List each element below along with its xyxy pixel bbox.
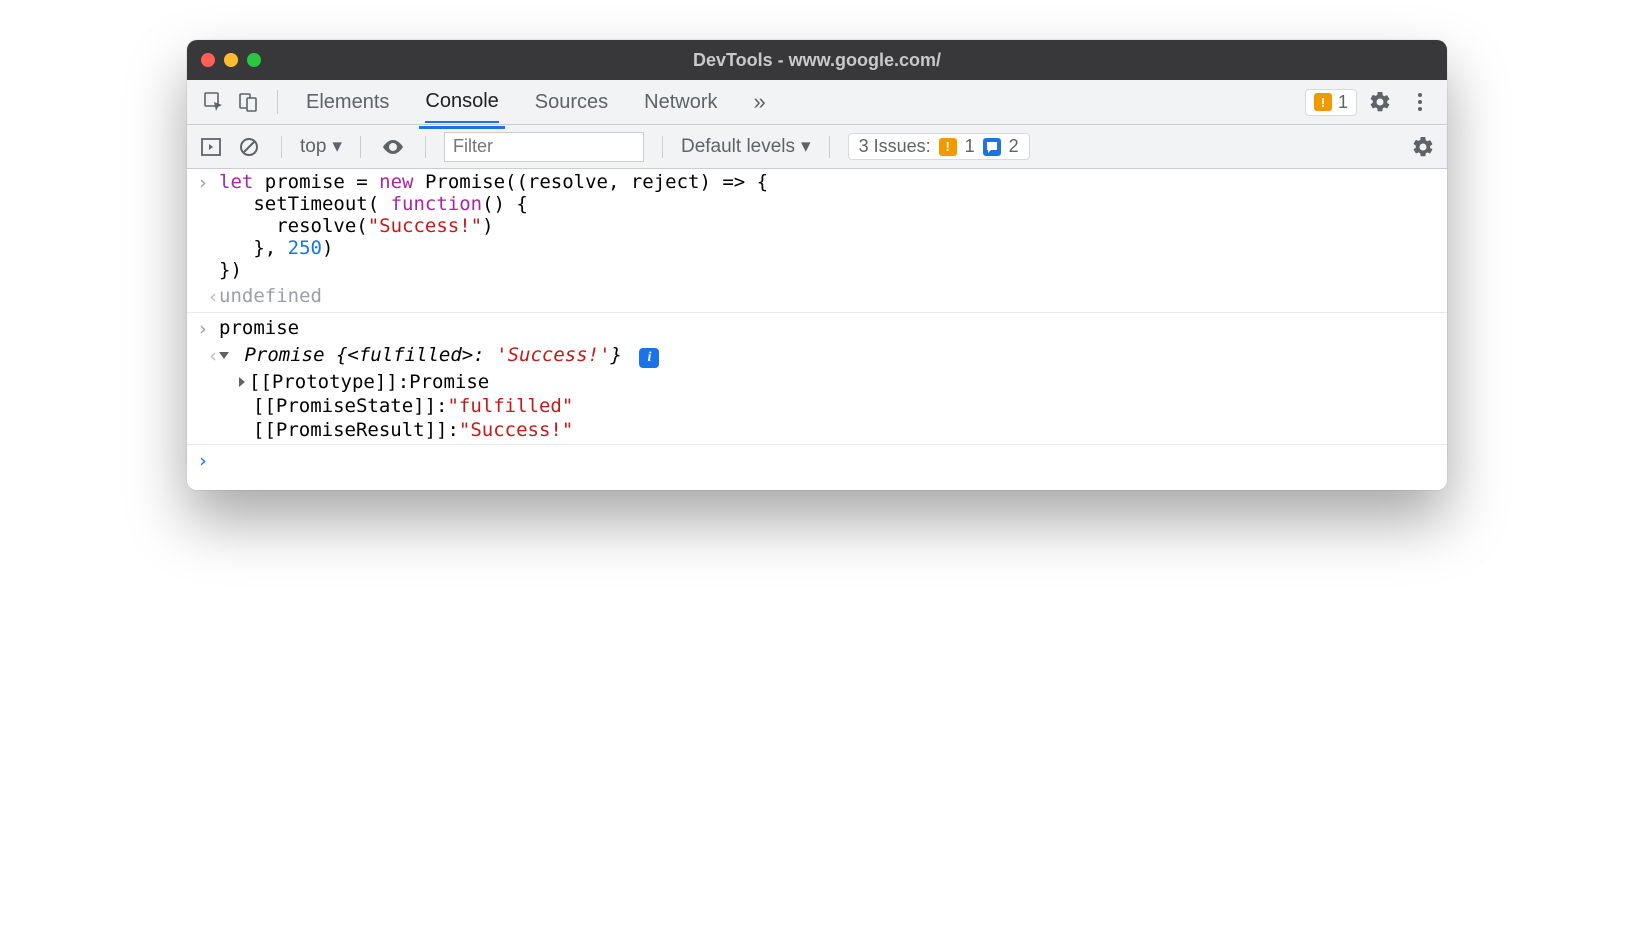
separator bbox=[187, 444, 1447, 445]
property-value: Promise bbox=[409, 371, 489, 393]
object-summary-text: Promise {<fulfilled>: 'Success!'} bbox=[244, 344, 622, 366]
console-prompt[interactable]: › bbox=[187, 447, 1447, 490]
tab-overflow[interactable]: » bbox=[754, 81, 766, 123]
panel-tabs: Elements Console Sources Network » bbox=[306, 81, 1305, 123]
divider bbox=[360, 136, 361, 158]
tab-network[interactable]: Network bbox=[644, 83, 717, 122]
window-title: DevTools - www.google.com/ bbox=[187, 50, 1447, 71]
info-icon bbox=[983, 138, 1001, 156]
tab-console[interactable]: Console bbox=[425, 82, 498, 123]
tab-elements[interactable]: Elements bbox=[306, 83, 389, 122]
clear-console-icon[interactable] bbox=[235, 133, 263, 161]
issues-warn-count: 1 bbox=[965, 136, 975, 157]
prompt-marker-icon: › bbox=[197, 449, 219, 472]
output-value: undefined bbox=[219, 285, 322, 307]
console-toolbar: top ▾ Default levels ▾ 3 Issues: ! 1 2 bbox=[187, 125, 1447, 169]
property-key: [[PromiseState]] bbox=[253, 395, 436, 417]
console-input-row[interactable]: › let promise = new Promise((resolve, re… bbox=[187, 169, 1447, 283]
context-label: top bbox=[300, 136, 326, 158]
minimize-button[interactable] bbox=[224, 53, 238, 67]
object-summary[interactable]: Promise {<fulfilled>: 'Success!'} i bbox=[219, 344, 659, 368]
property-key: [[Prototype]] bbox=[249, 371, 398, 393]
toggle-drawer-icon[interactable] bbox=[197, 133, 225, 161]
maximize-button[interactable] bbox=[247, 53, 261, 67]
devtools-window: DevTools - www.google.com/ Elements Cons… bbox=[187, 40, 1447, 490]
output-marker-icon: › bbox=[197, 285, 219, 308]
levels-label: Default levels bbox=[681, 136, 795, 158]
output-marker-icon: › bbox=[197, 344, 219, 367]
titlebar: DevTools - www.google.com/ bbox=[187, 40, 1447, 80]
console-settings-icon[interactable] bbox=[1409, 133, 1437, 161]
filter-input[interactable] bbox=[444, 132, 644, 162]
divider bbox=[829, 136, 830, 158]
divider bbox=[425, 136, 426, 158]
info-icon[interactable]: i bbox=[639, 348, 659, 368]
expand-toggle-icon[interactable] bbox=[219, 352, 229, 359]
property-key: [[PromiseResult]] bbox=[253, 419, 447, 441]
issues-badge[interactable]: 3 Issues: ! 1 2 bbox=[848, 133, 1030, 160]
inspect-element-icon[interactable] bbox=[197, 85, 231, 119]
console-output-row: › undefined bbox=[187, 283, 1447, 310]
warnings-count: 1 bbox=[1338, 92, 1348, 113]
close-button[interactable] bbox=[201, 53, 215, 67]
issues-label: 3 Issues: bbox=[859, 136, 931, 157]
tabbar-right: ! 1 bbox=[1305, 85, 1437, 119]
console-output-row: › Promise {<fulfilled>: 'Success!'} i bbox=[187, 342, 1447, 370]
input-marker-icon: › bbox=[197, 317, 219, 340]
chevron-down-icon: ▾ bbox=[801, 135, 811, 158]
device-toggle-icon[interactable] bbox=[231, 85, 265, 119]
object-property: [[PromiseResult]]: "Success!" bbox=[229, 418, 1447, 442]
warning-icon: ! bbox=[939, 138, 957, 156]
divider bbox=[662, 136, 663, 158]
tab-sources[interactable]: Sources bbox=[535, 83, 608, 122]
property-value: "Success!" bbox=[459, 419, 573, 441]
divider bbox=[277, 90, 278, 114]
object-properties: [[Prototype]]: Promise [[PromiseState]]:… bbox=[187, 370, 1447, 442]
chevron-down-icon: ▾ bbox=[332, 135, 342, 158]
execution-context-select[interactable]: top ▾ bbox=[300, 135, 342, 158]
devtools-tabbar: Elements Console Sources Network » ! 1 bbox=[187, 80, 1447, 125]
console-input-row[interactable]: › promise bbox=[187, 315, 1447, 342]
divider bbox=[281, 136, 282, 158]
object-property: [[PromiseState]]: "fulfilled" bbox=[229, 394, 1447, 418]
separator bbox=[187, 312, 1447, 313]
issues-info-count: 2 bbox=[1009, 136, 1019, 157]
log-levels-select[interactable]: Default levels ▾ bbox=[681, 135, 811, 158]
code-input: let promise = new Promise((resolve, reje… bbox=[219, 171, 768, 281]
window-controls bbox=[201, 53, 261, 67]
object-property[interactable]: [[Prototype]]: Promise bbox=[229, 370, 1447, 394]
warnings-badge[interactable]: ! 1 bbox=[1305, 89, 1357, 116]
live-expression-icon[interactable] bbox=[379, 133, 407, 161]
expand-toggle-icon[interactable] bbox=[239, 377, 245, 387]
input-marker-icon: › bbox=[197, 171, 219, 194]
more-menu-button[interactable] bbox=[1403, 85, 1437, 119]
code-input: promise bbox=[219, 317, 299, 339]
property-value: "fulfilled" bbox=[447, 395, 573, 417]
settings-button[interactable] bbox=[1363, 85, 1397, 119]
console-output: › let promise = new Promise((resolve, re… bbox=[187, 169, 1447, 490]
warning-icon: ! bbox=[1314, 93, 1332, 111]
